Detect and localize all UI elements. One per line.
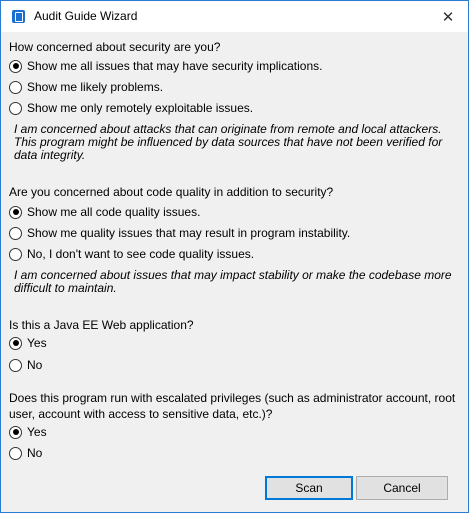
privileges-question: Does this program run with escalated pri… bbox=[9, 391, 456, 421]
radio-icon[interactable] bbox=[9, 101, 22, 115]
scan-button[interactable]: Scan bbox=[265, 476, 353, 500]
security-option-label: Show me all issues that may have securit… bbox=[27, 59, 323, 73]
security-option-all[interactable]: Show me all issues that may have securit… bbox=[9, 57, 322, 75]
radio-selected-icon[interactable] bbox=[9, 205, 22, 219]
quality-option-none[interactable]: No, I don't want to see code quality iss… bbox=[9, 245, 254, 263]
security-option-label: Show me likely problems. bbox=[27, 80, 164, 94]
quality-option-label: Show me all code quality issues. bbox=[27, 205, 201, 219]
privileges-option-label: Yes bbox=[27, 425, 47, 439]
quality-option-all[interactable]: Show me all code quality issues. bbox=[9, 203, 200, 221]
radio-selected-icon[interactable] bbox=[9, 336, 22, 350]
quality-option-label: Show me quality issues that may result i… bbox=[27, 226, 351, 240]
security-note: I am concerned about attacks that can or… bbox=[14, 122, 443, 162]
quality-option-instability[interactable]: Show me quality issues that may result i… bbox=[9, 224, 350, 242]
security-question: How concerned about security are you? bbox=[9, 40, 221, 54]
security-option-remote[interactable]: Show me only remotely exploitable issues… bbox=[9, 99, 253, 117]
privileges-option-label: No bbox=[27, 446, 43, 460]
title-bar: Audit Guide Wizard ✕ bbox=[1, 1, 468, 32]
javaee-option-label: Yes bbox=[27, 336, 47, 350]
radio-icon[interactable] bbox=[9, 226, 22, 240]
app-icon bbox=[12, 10, 25, 23]
radio-selected-icon[interactable] bbox=[9, 425, 22, 439]
radio-icon[interactable] bbox=[9, 446, 22, 460]
javaee-option-no[interactable]: No bbox=[9, 356, 42, 374]
quality-option-label: No, I don't want to see code quality iss… bbox=[27, 247, 255, 261]
radio-icon[interactable] bbox=[9, 80, 22, 94]
security-option-likely[interactable]: Show me likely problems. bbox=[9, 78, 163, 96]
security-option-label: Show me only remotely exploitable issues… bbox=[27, 101, 254, 115]
radio-selected-icon[interactable] bbox=[9, 59, 22, 73]
cancel-button[interactable]: Cancel bbox=[356, 476, 448, 500]
window-title: Audit Guide Wizard bbox=[34, 9, 138, 23]
close-button[interactable]: ✕ bbox=[428, 1, 468, 32]
javaee-option-yes[interactable]: Yes bbox=[9, 334, 47, 352]
javaee-question: Is this a Java EE Web application? bbox=[9, 318, 194, 332]
quality-note: I am concerned about issues that may imp… bbox=[14, 268, 452, 295]
privileges-option-yes[interactable]: Yes bbox=[9, 423, 47, 441]
quality-question: Are you concerned about code quality in … bbox=[9, 185, 334, 199]
javaee-option-label: No bbox=[27, 358, 43, 372]
radio-icon[interactable] bbox=[9, 247, 22, 261]
privileges-option-no[interactable]: No bbox=[9, 444, 42, 462]
radio-icon[interactable] bbox=[9, 358, 22, 372]
wizard-content: How concerned about security are you? Sh… bbox=[1, 32, 468, 512]
audit-guide-window: Audit Guide Wizard ✕ How concerned about… bbox=[0, 0, 469, 513]
